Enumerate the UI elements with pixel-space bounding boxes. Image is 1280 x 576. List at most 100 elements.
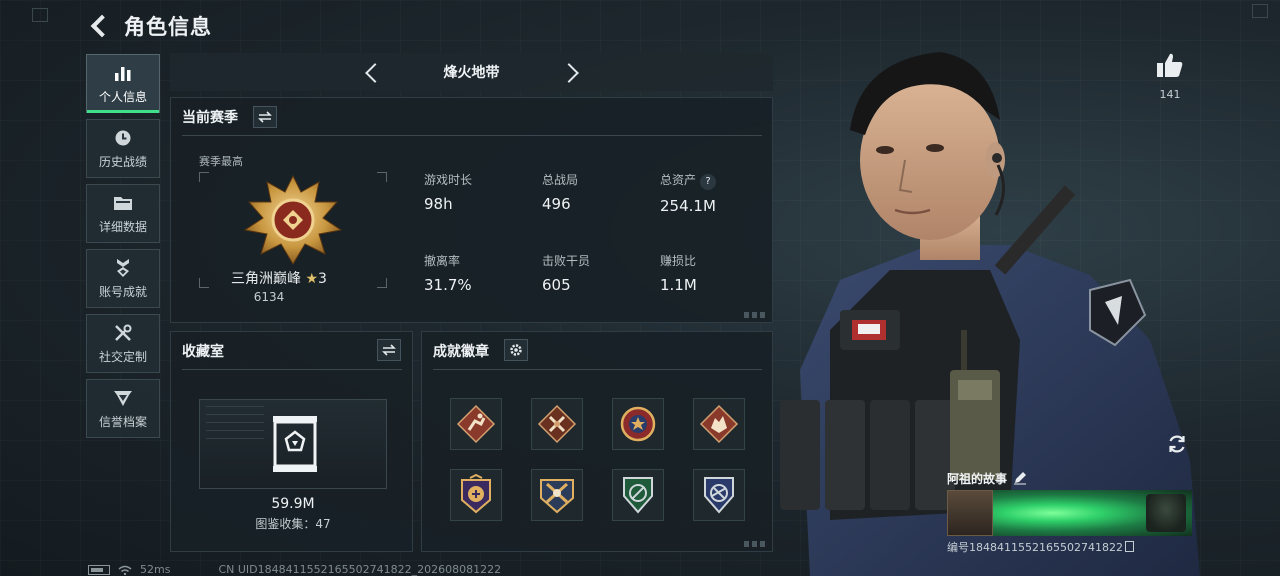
divider xyxy=(433,369,762,370)
stat-label-row: 总资产? xyxy=(660,171,717,190)
badge-runner-icon xyxy=(456,404,496,444)
page-header: 角色信息 xyxy=(86,10,212,42)
badge-eagle-icon xyxy=(461,474,491,514)
operator-story-card[interactable]: 阿祖的故事 xyxy=(947,468,1192,538)
help-icon[interactable]: ? xyxy=(700,174,717,190)
collection-switch-button[interactable] xyxy=(377,339,401,361)
mode-next-arrow-icon[interactable] xyxy=(562,62,582,82)
stat-value: 98h xyxy=(424,195,453,213)
rank-name-row: 三角洲巅峰 ★3 xyxy=(209,268,349,288)
badge-slot[interactable] xyxy=(531,469,583,521)
showcase-icon xyxy=(273,416,317,472)
badges-settings-button[interactable] xyxy=(504,339,528,361)
uid-text: CN UID1848411552165502741822_20260808122… xyxy=(218,563,502,576)
clock-icon xyxy=(112,128,134,148)
stat-value: 605 xyxy=(542,276,571,294)
nav-item-label: 社交定制 xyxy=(98,349,147,364)
rank-name: 三角洲巅峰 xyxy=(231,271,302,287)
rank-emblem-icon xyxy=(243,174,343,265)
thumbs-up-icon[interactable] xyxy=(1156,52,1184,78)
folder-icon xyxy=(112,193,134,213)
tools-icon xyxy=(112,323,134,343)
badges-panel: 成就徽章 xyxy=(421,331,773,552)
side-nav: 个人信息 历史战绩 详细数据 账号成就 社交定制 信誉档案 xyxy=(86,54,160,444)
gear-icon xyxy=(510,344,522,356)
stat-operators-defeated: 击败干员 605 xyxy=(542,252,590,294)
badge-slot[interactable] xyxy=(693,469,745,521)
stat-value: 1.1M xyxy=(660,276,697,294)
wifi-icon xyxy=(118,565,132,575)
nav-item-label: 详细数据 xyxy=(98,219,147,234)
season-panel: 当前赛季 赛季最高 三角洲巅峰 ★3 6134 游戏时长 98h 总战局 496… xyxy=(170,97,773,323)
screen-corner-marker-right xyxy=(1252,4,1268,18)
stat-label: 赚损比 xyxy=(660,254,697,268)
story-title-row: 阿祖的故事 xyxy=(947,468,1192,488)
refresh-icon[interactable] xyxy=(1166,433,1188,455)
stat-label: 击败干员 xyxy=(542,254,591,268)
back-arrow-icon[interactable] xyxy=(86,13,112,39)
status-bar: 52ms CN UID1848411552165502741822_202608… xyxy=(88,563,501,576)
rank-star-icon: ★ xyxy=(305,271,319,287)
nav-item-label: 个人信息 xyxy=(98,89,147,104)
story-id-row: 编号1848411552165502741822 xyxy=(947,539,1134,555)
panel-corner-decoration xyxy=(744,312,766,318)
mode-selector: 烽火地带 xyxy=(170,53,773,91)
badge-slot[interactable] xyxy=(693,398,745,450)
copy-icon[interactable] xyxy=(1124,541,1134,552)
nav-item-social[interactable]: 社交定制 xyxy=(86,314,160,373)
swap-icon xyxy=(382,344,396,356)
badge-blue-shield-icon xyxy=(704,477,734,514)
stat-value: 31.7% xyxy=(424,276,472,294)
nav-item-label: 历史战绩 xyxy=(98,154,147,169)
stat-play-time: 游戏时长 98h xyxy=(424,171,472,213)
badge-crossed-guns-icon xyxy=(540,479,574,514)
case-decoration xyxy=(206,406,264,446)
badge-slot[interactable] xyxy=(612,398,664,450)
mode-name: 烽火地带 xyxy=(443,65,500,81)
badge-slot[interactable] xyxy=(531,398,583,450)
season-switch-button[interactable] xyxy=(253,106,277,128)
nav-item-history[interactable]: 历史战绩 xyxy=(86,119,160,178)
battery-icon xyxy=(88,564,110,575)
collection-value: 59.9M xyxy=(271,496,315,512)
mode-prev-arrow-icon[interactable] xyxy=(362,62,382,82)
badge-wreath-icon xyxy=(620,406,656,442)
stat-total-matches: 总战局 496 xyxy=(542,171,578,213)
badge-slot[interactable] xyxy=(612,469,664,521)
badge-slot[interactable] xyxy=(450,398,502,450)
badge-wolf-icon xyxy=(699,404,739,444)
nav-item-label: 信誉档案 xyxy=(98,414,147,429)
shield-icon xyxy=(112,388,134,408)
badge-slot[interactable] xyxy=(450,469,502,521)
stat-value: 254.1M xyxy=(660,197,716,215)
season-title: 当前赛季 xyxy=(182,110,238,126)
medal-icon xyxy=(112,258,134,278)
nav-item-details[interactable]: 详细数据 xyxy=(86,184,160,243)
stat-label: 撤离率 xyxy=(424,254,461,268)
collection-panel[interactable]: 收藏室 59.9M 图鉴收集：47 xyxy=(170,331,413,552)
rank-level: 3 xyxy=(318,271,327,287)
screen-corner-marker xyxy=(32,8,48,22)
panel-corner-decoration xyxy=(744,541,766,547)
nav-item-reputation[interactable]: 信誉档案 xyxy=(86,379,160,438)
story-title: 阿祖的故事 xyxy=(947,471,1008,486)
divider xyxy=(182,135,762,136)
story-thumbnail xyxy=(947,490,993,536)
badges-title: 成就徽章 xyxy=(433,344,489,360)
stat-extraction-rate: 撤离率 31.7% xyxy=(424,252,472,294)
stat-profit-ratio: 赚损比 1.1M xyxy=(660,252,697,294)
stat-label: 游戏时长 xyxy=(424,173,473,187)
collection-count: 图鉴收集：47 xyxy=(255,517,331,531)
collection-title: 收藏室 xyxy=(182,344,224,360)
story-banner-image xyxy=(947,490,1192,536)
display-case xyxy=(199,399,387,489)
bar-chart-icon xyxy=(112,63,134,83)
like-widget: 141 xyxy=(1150,52,1190,101)
rank-score: 6134 xyxy=(253,290,285,304)
edit-pencil-icon[interactable] xyxy=(1013,471,1027,485)
nav-item-achievements[interactable]: 账号成就 xyxy=(86,249,160,308)
nav-item-personal-info[interactable]: 个人信息 xyxy=(86,54,160,113)
page-title: 角色信息 xyxy=(124,15,212,39)
nav-item-label: 账号成就 xyxy=(98,284,147,299)
badge-green-shield-icon xyxy=(623,477,653,514)
